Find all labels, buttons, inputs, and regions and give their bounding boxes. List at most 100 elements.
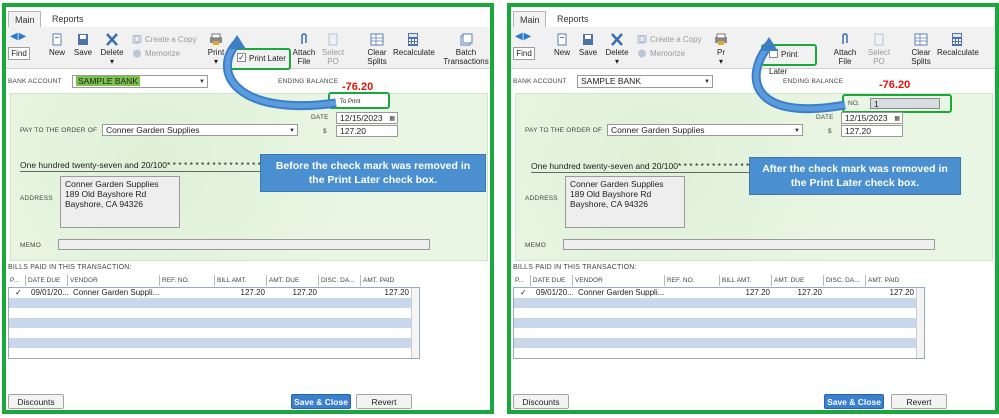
- recalculate-button[interactable]: Recalculate: [393, 33, 435, 57]
- col-vendor[interactable]: VENDOR: [68, 275, 160, 286]
- col-ref-no[interactable]: REF. NO.: [160, 275, 215, 286]
- date-field[interactable]: 12/15/2023 ▦: [336, 112, 398, 124]
- amount-field[interactable]: 127.20: [336, 125, 398, 137]
- check-number-input[interactable]: 1: [870, 98, 940, 109]
- discounts-button[interactable]: Discounts: [513, 394, 569, 409]
- table-scrollbar[interactable]: [916, 288, 924, 358]
- memo-field[interactable]: [58, 239, 430, 250]
- calendar-icon[interactable]: ▦: [389, 114, 395, 125]
- print-later-check-icon[interactable]: [769, 49, 778, 59]
- delete-button[interactable]: Delete ▾: [99, 33, 125, 66]
- col-vendor[interactable]: VENDOR: [573, 275, 665, 286]
- col-bill-amt[interactable]: BILL AMT.: [215, 275, 267, 286]
- print-label: Print: [207, 48, 225, 57]
- prev-next-arrows[interactable]: ◀ ▶: [515, 31, 531, 42]
- col-date-due[interactable]: DATE DUE: [531, 275, 573, 286]
- memo-field[interactable]: [563, 239, 935, 250]
- col-date-due[interactable]: DATE DUE: [26, 275, 68, 286]
- print-later-checkbox[interactable]: ✓ Print Later: [229, 48, 291, 70]
- new-button[interactable]: New: [46, 33, 68, 57]
- save-button[interactable]: Save: [72, 33, 94, 57]
- arrow-left-icon[interactable]: ◀: [515, 31, 523, 42]
- print-later-checkbox[interactable]: Print Later: [761, 44, 817, 76]
- save-close-button[interactable]: Save & Close: [824, 394, 884, 409]
- table-row[interactable]: [514, 328, 924, 338]
- row-amt-paid[interactable]: 127.20: [868, 288, 916, 298]
- address-field[interactable]: Conner Garden Supplies 189 Old Bayshore …: [565, 176, 685, 228]
- create-copy-button[interactable]: Create a Copy: [132, 35, 197, 44]
- col-paid[interactable]: P...: [513, 275, 531, 286]
- print-later-check-icon[interactable]: ✓: [237, 53, 246, 63]
- tab-reports[interactable]: Reports: [46, 11, 92, 27]
- discounts-button[interactable]: Discounts: [8, 394, 64, 409]
- col-bill-amt[interactable]: BILL AMT.: [720, 275, 772, 286]
- dropdown-arrow-icon[interactable]: ▼: [289, 126, 295, 137]
- select-po-button[interactable]: Select PO: [865, 33, 893, 66]
- new-button[interactable]: New: [551, 33, 573, 57]
- clear-splits-button[interactable]: Clear Splits: [907, 33, 935, 66]
- attach-file-button[interactable]: Attach File: [831, 33, 859, 66]
- col-amt-due[interactable]: AMT. DUE: [267, 275, 319, 286]
- col-paid[interactable]: P...: [8, 275, 26, 286]
- date-value: 12/15/2023: [845, 113, 888, 123]
- table-row[interactable]: [514, 318, 924, 328]
- col-ref-no[interactable]: REF. NO.: [665, 275, 720, 286]
- check-number-field[interactable]: NO. 1: [842, 94, 952, 113]
- bank-account-select[interactable]: SAMPLE BANK ▼: [577, 75, 713, 88]
- table-row[interactable]: [9, 328, 419, 338]
- select-po-button[interactable]: Select PO: [319, 33, 347, 66]
- revert-button[interactable]: Revert: [356, 394, 412, 409]
- pay-to-select[interactable]: Conner Garden Supplies ▼: [607, 124, 803, 136]
- tab-reports[interactable]: Reports: [551, 11, 597, 27]
- col-disc-date[interactable]: DISC. DA...: [319, 275, 361, 286]
- arrow-left-icon[interactable]: ◀: [10, 31, 18, 42]
- col-disc-date[interactable]: DISC. DA...: [824, 275, 866, 286]
- table-row[interactable]: [514, 338, 924, 348]
- table-row[interactable]: [9, 298, 419, 308]
- arrow-right-icon[interactable]: ▶: [523, 31, 531, 42]
- bank-account-select[interactable]: SAMPLE BANK ▼: [72, 75, 208, 88]
- arrow-right-icon[interactable]: ▶: [18, 31, 26, 42]
- save-close-button[interactable]: Save & Close: [291, 394, 351, 409]
- table-row[interactable]: [514, 308, 924, 318]
- pay-to-select[interactable]: Conner Garden Supplies ▼: [102, 124, 298, 136]
- table-row[interactable]: [9, 318, 419, 328]
- memorize-button[interactable]: Memorize: [637, 49, 685, 58]
- find-button[interactable]: Find: [513, 47, 535, 60]
- print-button[interactable]: Pr ▾: [710, 33, 732, 66]
- batch-transactions-button[interactable]: Batch Transactions: [442, 33, 490, 66]
- attach-file-button[interactable]: Attach File: [290, 33, 318, 66]
- calendar-icon[interactable]: ▦: [894, 114, 900, 125]
- tab-main[interactable]: Main: [8, 11, 41, 27]
- recalculate-button[interactable]: Recalculate: [937, 33, 979, 57]
- row-amt-paid[interactable]: 127.20: [363, 288, 411, 298]
- revert-button[interactable]: Revert: [891, 394, 947, 409]
- table-scrollbar[interactable]: [411, 288, 419, 358]
- col-amt-paid[interactable]: AMT. PAID: [866, 275, 917, 286]
- prev-next-arrows[interactable]: ◀ ▶: [10, 31, 26, 42]
- table-row[interactable]: [9, 308, 419, 318]
- table-row[interactable]: ✓ 09/01/20... Conner Garden Suppli... 12…: [514, 288, 924, 298]
- row-check[interactable]: ✓: [518, 288, 532, 298]
- check-number-field[interactable]: To Print: [328, 92, 390, 109]
- table-row[interactable]: ✓ 09/01/20... Conner Garden Suppli... 12…: [9, 288, 419, 298]
- date-field[interactable]: 12/15/2023 ▦: [841, 112, 903, 124]
- col-amt-due[interactable]: AMT. DUE: [772, 275, 824, 286]
- clear-splits-button[interactable]: Clear Splits: [363, 33, 391, 66]
- table-row[interactable]: [9, 338, 419, 348]
- dropdown-arrow-icon[interactable]: ▼: [199, 77, 205, 88]
- create-copy-button[interactable]: Create a Copy: [637, 35, 702, 44]
- save-button[interactable]: Save: [577, 33, 599, 57]
- memorize-button[interactable]: Memorize: [132, 49, 180, 58]
- address-field[interactable]: Conner Garden Supplies 189 Old Bayshore …: [60, 176, 180, 228]
- print-button[interactable]: Print ▾: [205, 33, 227, 66]
- delete-button[interactable]: Delete ▾: [604, 33, 630, 66]
- dropdown-arrow-icon[interactable]: ▼: [704, 77, 710, 88]
- col-amt-paid[interactable]: AMT. PAID: [361, 275, 412, 286]
- tab-main[interactable]: Main: [513, 11, 546, 27]
- amount-field[interactable]: 127.20: [841, 125, 903, 137]
- find-button[interactable]: Find: [8, 47, 30, 60]
- dropdown-arrow-icon[interactable]: ▼: [794, 126, 800, 137]
- table-row[interactable]: [514, 298, 924, 308]
- row-check[interactable]: ✓: [13, 288, 27, 298]
